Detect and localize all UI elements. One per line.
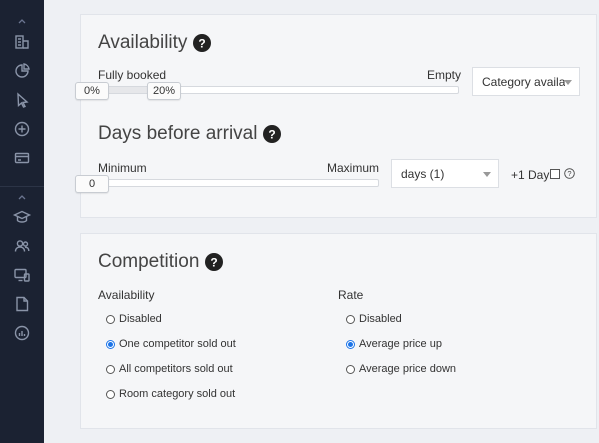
competition-rate-label: Rate (338, 288, 364, 302)
graduation-cap-icon[interactable] (12, 207, 32, 227)
radio-label: All competitors sold out (119, 363, 233, 375)
help-icon[interactable]: ? (205, 253, 224, 271)
availability-min-handle[interactable]: 0% (75, 82, 109, 100)
help-icon[interactable]: ? (193, 34, 212, 52)
bar-chart-icon[interactable] (12, 323, 32, 343)
availability-title: Availability (98, 32, 188, 53)
credit-card-icon[interactable] (12, 148, 32, 168)
category-availability-select[interactable]: Category availa (472, 67, 580, 96)
rate-option-price-up[interactable]: Average price up (346, 338, 442, 350)
pie-chart-icon[interactable] (12, 61, 32, 81)
radio-label: Average price down (359, 363, 457, 375)
rate-option-disabled[interactable]: Disabled (346, 313, 402, 325)
svg-text:?: ? (269, 128, 276, 142)
sidebar-divider (0, 186, 44, 187)
category-availability-select-value: Category availa (482, 74, 566, 89)
document-icon[interactable] (12, 294, 32, 314)
availability-card: Availability ? Fully booked Empty 0% 20%… (75, 14, 597, 218)
availability-max-handle[interactable]: 20% (147, 82, 181, 100)
radio-label: One competitor sold out (119, 338, 236, 350)
plus-one-day-label: +1 Day (511, 168, 550, 182)
building-chart-icon[interactable] (12, 32, 32, 52)
radio-label: Disabled (119, 313, 162, 325)
help-icon[interactable]: ? (263, 125, 282, 143)
maximum-label: Maximum (327, 161, 380, 175)
competition-heading: Competition ? (98, 251, 224, 273)
radio-button[interactable] (346, 339, 355, 349)
availability-option-one-sold-out[interactable]: One competitor sold out (106, 338, 236, 350)
radio-button[interactable] (346, 314, 355, 324)
competition-availability-label: Availability (98, 288, 155, 302)
pointer-click-icon[interactable] (12, 90, 32, 110)
svg-text:?: ? (199, 37, 206, 51)
sidebar (0, 0, 44, 443)
availability-heading: Availability ? (98, 32, 212, 54)
users-icon[interactable] (12, 236, 32, 256)
svg-text:?: ? (211, 256, 218, 270)
radio-button[interactable] (106, 314, 115, 324)
radio-button[interactable] (106, 389, 115, 399)
availability-option-all-sold-out[interactable]: All competitors sold out (106, 363, 233, 375)
rate-option-price-down[interactable]: Average price down (346, 363, 456, 375)
radio-button[interactable] (106, 339, 115, 349)
radio-label: Average price up (359, 338, 442, 350)
svg-text:?: ? (567, 169, 571, 178)
days-range-track[interactable] (93, 179, 379, 187)
availability-option-disabled[interactable]: Disabled (106, 313, 162, 325)
days-select[interactable]: days (1) (391, 159, 499, 188)
chevron-up-icon[interactable] (16, 16, 28, 26)
empty-label: Empty (427, 68, 462, 82)
plus-one-day-checkbox[interactable] (550, 169, 560, 179)
competition-card: Competition ? Availability Rate Disabled… (80, 233, 597, 429)
radio-button[interactable] (346, 364, 355, 374)
days-title: Days before arrival (98, 123, 258, 144)
fully-booked-label: Fully booked (98, 68, 167, 82)
days-heading: Days before arrival ? (98, 123, 282, 145)
plus-circle-icon[interactable] (12, 119, 32, 139)
chevron-down-icon (483, 172, 491, 177)
days-select-value: days (1) (401, 166, 445, 181)
radio-label: Room category sold out (119, 388, 236, 400)
help-circle-icon[interactable]: ? (564, 168, 575, 179)
devices-icon[interactable] (12, 265, 32, 285)
radio-button[interactable] (106, 364, 115, 374)
minimum-label: Minimum (98, 161, 147, 175)
chevron-up-icon[interactable] (16, 192, 28, 202)
radio-label: Disabled (359, 313, 402, 325)
availability-option-room-sold-out[interactable]: Room category sold out (106, 388, 235, 400)
competition-title: Competition (98, 251, 200, 272)
days-min-handle[interactable]: 0 (75, 175, 109, 193)
chevron-down-icon (564, 80, 572, 85)
